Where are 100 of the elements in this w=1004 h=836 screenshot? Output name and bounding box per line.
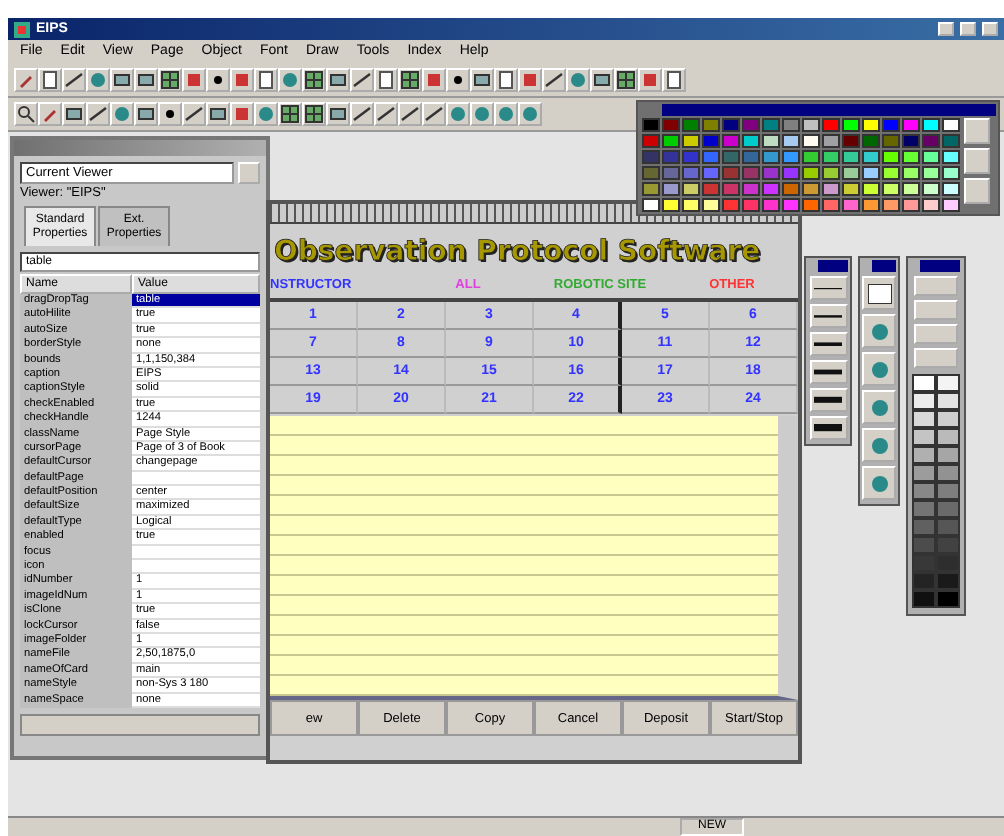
color-swatch[interactable] [662, 166, 680, 180]
color-swatch[interactable] [742, 118, 760, 132]
shade-swatch[interactable] [936, 590, 960, 608]
color-swatch[interactable] [762, 118, 780, 132]
color-swatch[interactable] [682, 118, 700, 132]
color-swatch[interactable] [902, 150, 920, 164]
color-swatch[interactable] [922, 182, 940, 196]
color-swatch[interactable] [782, 198, 800, 212]
color-swatch[interactable] [882, 166, 900, 180]
color-swatch[interactable] [802, 150, 820, 164]
color-swatch[interactable] [882, 134, 900, 148]
color-swatch[interactable] [702, 198, 720, 212]
color-swatch[interactable] [882, 118, 900, 132]
shade-swatch[interactable] [912, 554, 936, 572]
color-swatch[interactable] [842, 134, 860, 148]
color-swatch[interactable] [802, 134, 820, 148]
color-swatch[interactable] [722, 182, 740, 196]
shade-swatch[interactable] [912, 392, 936, 410]
color-swatch[interactable] [702, 134, 720, 148]
color-swatch[interactable] [942, 198, 960, 212]
color-swatch[interactable] [682, 182, 700, 196]
color-swatch[interactable] [922, 118, 940, 132]
shade-swatch[interactable] [912, 410, 936, 428]
color-swatch[interactable] [842, 182, 860, 196]
toolbar-button[interactable] [302, 102, 326, 126]
color-swatch[interactable] [642, 198, 660, 212]
color-swatch[interactable] [902, 134, 920, 148]
color-swatch[interactable] [822, 182, 840, 196]
notes-field[interactable] [270, 416, 798, 700]
color-swatch[interactable] [782, 118, 800, 132]
color-swatch[interactable] [862, 182, 880, 196]
toolbar-button[interactable] [158, 68, 182, 92]
shape-button[interactable] [862, 314, 896, 348]
line-style-button[interactable] [809, 304, 847, 328]
color-swatch[interactable] [922, 166, 940, 180]
color-swatch[interactable] [942, 134, 960, 148]
color-swatch[interactable] [882, 182, 900, 196]
color-swatch[interactable] [842, 150, 860, 164]
color-swatch[interactable] [922, 198, 940, 212]
color-swatch[interactable] [942, 182, 960, 196]
shade-swatch[interactable] [936, 500, 960, 518]
color-swatch[interactable] [802, 118, 820, 132]
color-swatch[interactable] [682, 134, 700, 148]
color-swatch[interactable] [682, 198, 700, 212]
color-swatch[interactable] [902, 166, 920, 180]
shade-swatch[interactable] [912, 572, 936, 590]
color-swatch[interactable] [942, 118, 960, 132]
color-swatch[interactable] [742, 134, 760, 148]
color-swatch[interactable] [662, 182, 680, 196]
shape-button[interactable] [862, 428, 896, 462]
color-swatch[interactable] [782, 182, 800, 196]
color-swatch[interactable] [722, 166, 740, 180]
color-swatch[interactable] [842, 166, 860, 180]
shade-swatch[interactable] [912, 428, 936, 446]
color-swatch[interactable] [902, 182, 920, 196]
color-swatch[interactable] [842, 198, 860, 212]
color-swatch[interactable] [702, 118, 720, 132]
color-swatch[interactable] [702, 182, 720, 196]
color-swatch[interactable] [862, 198, 880, 212]
shade-swatch[interactable] [936, 410, 960, 428]
color-swatch[interactable] [822, 118, 840, 132]
toolbar-button[interactable] [278, 102, 302, 126]
color-swatch[interactable] [862, 118, 880, 132]
color-swatch[interactable] [862, 166, 880, 180]
shade-swatch[interactable] [912, 482, 936, 500]
color-swatch[interactable] [802, 166, 820, 180]
shade-swatch[interactable] [912, 536, 936, 554]
color-swatch[interactable] [742, 198, 760, 212]
shade-swatch[interactable] [936, 554, 960, 572]
line-style-button[interactable] [809, 360, 847, 384]
toolbar-button[interactable] [614, 68, 638, 92]
color-swatch[interactable] [722, 134, 740, 148]
color-swatch[interactable] [662, 134, 680, 148]
shade-swatch[interactable] [936, 392, 960, 410]
shade-swatch[interactable] [936, 572, 960, 590]
color-swatch[interactable] [642, 166, 660, 180]
color-swatch[interactable] [762, 198, 780, 212]
line-style-button[interactable] [809, 276, 847, 300]
color-swatch[interactable] [722, 150, 740, 164]
shade-swatch[interactable] [936, 446, 960, 464]
color-swatch[interactable] [662, 198, 680, 212]
color-swatch[interactable] [762, 150, 780, 164]
color-swatch[interactable] [802, 198, 820, 212]
color-well-button[interactable] [862, 276, 896, 310]
color-swatch[interactable] [942, 150, 960, 164]
color-swatch[interactable] [742, 150, 760, 164]
color-swatch[interactable] [942, 166, 960, 180]
toolbar-button[interactable] [302, 68, 326, 92]
color-swatch[interactable] [902, 198, 920, 212]
shade-swatch[interactable] [936, 374, 960, 392]
color-swatch[interactable] [682, 150, 700, 164]
color-swatch[interactable] [642, 134, 660, 148]
shade-swatch[interactable] [936, 518, 960, 536]
shade-swatch[interactable] [936, 482, 960, 500]
color-swatch[interactable] [882, 198, 900, 212]
color-swatch[interactable] [682, 166, 700, 180]
color-swatch[interactable] [782, 150, 800, 164]
color-swatch[interactable] [882, 150, 900, 164]
shade-swatch[interactable] [912, 374, 936, 392]
color-swatch[interactable] [702, 150, 720, 164]
